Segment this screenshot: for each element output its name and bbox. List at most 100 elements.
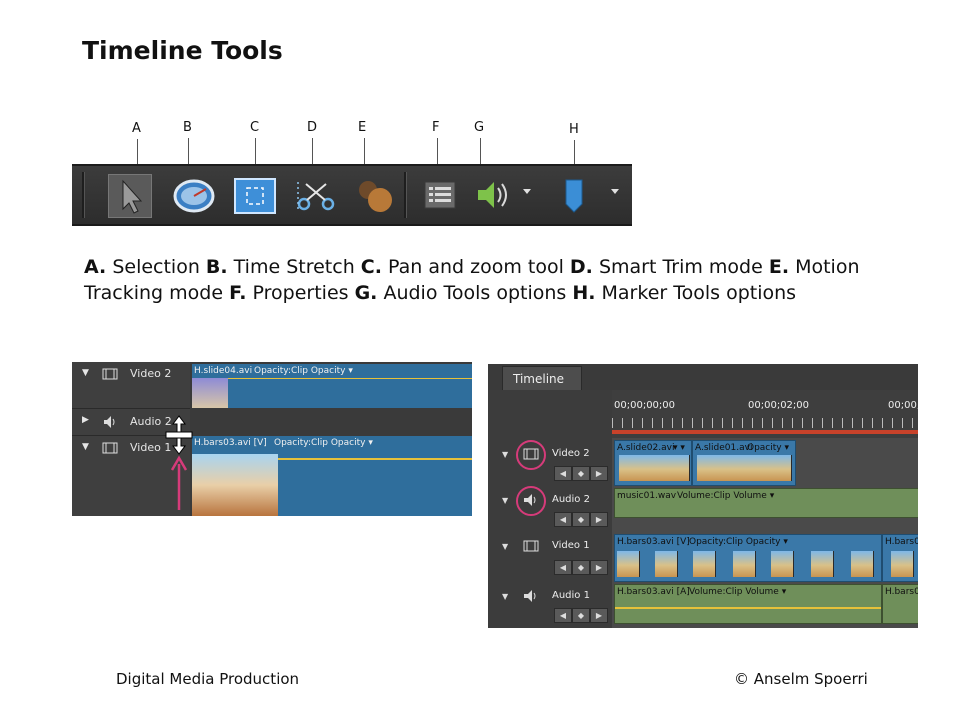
clip-thumbnail bbox=[697, 455, 792, 481]
track-header-video2: ▼ Video 2 ◀ ◆ ▶ bbox=[488, 438, 612, 487]
caption-letter: B. bbox=[205, 256, 228, 278]
collapse-triangle-icon[interactable]: ▼ bbox=[502, 496, 508, 505]
clip-bars0-audio-next[interactable]: H.bars0 bbox=[882, 584, 918, 624]
callout-b: B bbox=[183, 120, 192, 135]
clip-volume-menu[interactable]: Volume:Clip Volume ▾ bbox=[677, 491, 774, 501]
marker-tools-options[interactable] bbox=[560, 174, 620, 216]
clip-opacity-menu[interactable]: Opacity:Clip Opacity ▾ bbox=[274, 438, 373, 448]
clip-thumbnail bbox=[733, 551, 756, 577]
next-keyframe-button[interactable]: ▶ bbox=[590, 608, 608, 623]
callout-h: H bbox=[569, 122, 579, 137]
collapse-triangle-icon[interactable]: ▼ bbox=[82, 368, 89, 378]
properties-tool[interactable] bbox=[420, 174, 462, 216]
filmstrip-icon[interactable] bbox=[102, 442, 118, 454]
callout-e: E bbox=[358, 120, 367, 135]
speaker-icon[interactable] bbox=[522, 492, 540, 508]
track-resize-screenshot: ▼ Video 2 H.slide04.avi Opacity:Clip Opa… bbox=[72, 362, 472, 516]
add-keyframe-button[interactable]: ◆ bbox=[572, 512, 590, 527]
volume-line bbox=[615, 607, 881, 609]
clip-thumbnail bbox=[693, 551, 716, 577]
next-keyframe-button[interactable]: ▶ bbox=[590, 512, 608, 527]
caption-text: Pan and zoom tool bbox=[381, 256, 570, 278]
clip-name: H.bars0 bbox=[885, 537, 918, 547]
smart-trim-tool[interactable] bbox=[294, 174, 336, 216]
clip-thumbnail bbox=[811, 551, 834, 577]
prev-keyframe-button[interactable]: ◀ bbox=[554, 608, 572, 623]
selection-tool[interactable] bbox=[108, 174, 152, 218]
collapse-triangle-icon[interactable]: ▼ bbox=[502, 592, 508, 601]
clip-video2[interactable]: H.slide04.avi Opacity:Clip Opacity ▾ bbox=[192, 364, 472, 408]
next-keyframe-button[interactable]: ▶ bbox=[590, 560, 608, 575]
speaker-icon[interactable] bbox=[522, 588, 540, 604]
track-label: Video 2 bbox=[552, 448, 590, 459]
caption-letter: F. bbox=[229, 282, 247, 304]
clip-opacity-menu[interactable]: Opacity ▾ bbox=[747, 443, 789, 453]
track-header-audio1: ▼ Audio 1 ◀ ◆ ▶ bbox=[488, 582, 612, 628]
speaker-icon[interactable] bbox=[102, 415, 118, 429]
tab-timeline[interactable]: Timeline bbox=[502, 366, 582, 390]
prev-keyframe-button[interactable]: ◀ bbox=[554, 512, 572, 527]
clip-opacity-menu[interactable]: Opacity:Clip Opacity ▾ bbox=[254, 366, 353, 376]
caption-text: Properties bbox=[246, 282, 355, 304]
stopwatch-icon bbox=[173, 179, 215, 213]
collapse-triangle-icon[interactable]: ▼ bbox=[82, 442, 89, 452]
time-ruler[interactable]: 00;00;00;00 00;00;02;00 00;00; bbox=[612, 390, 918, 438]
work-area-bar[interactable] bbox=[612, 430, 918, 434]
caption-text: Selection bbox=[106, 256, 206, 278]
caption-letter: C. bbox=[360, 256, 382, 278]
clip-opacity-menu[interactable]: Opacity:Clip Opacity ▾ bbox=[689, 537, 788, 547]
clip-bars0-video-next[interactable]: H.bars0 bbox=[882, 534, 918, 582]
callout-a: A bbox=[132, 121, 141, 136]
expand-triangle-icon[interactable]: ▶ bbox=[82, 415, 89, 425]
clip-music01[interactable]: music01.wav Volume:Clip Volume ▾ bbox=[614, 488, 918, 518]
clip-name: A.slide02.avi bbox=[617, 443, 675, 453]
pan-zoom-frame-icon bbox=[246, 187, 264, 205]
clip-slide02[interactable]: A.slide02.avi ▾ ▾ bbox=[614, 440, 692, 486]
clip-video1[interactable]: H.bars03.avi [V] Opacity:Clip Opacity ▾ bbox=[192, 436, 472, 516]
filmstrip-icon[interactable] bbox=[102, 368, 118, 380]
page-title: Timeline Tools bbox=[82, 36, 283, 65]
clip-name: H.bars03.avi [V] bbox=[617, 537, 690, 547]
footer-copyright: © Anselm Spoerri bbox=[734, 670, 868, 688]
toolbar-separator bbox=[82, 172, 85, 218]
scissors-icon bbox=[297, 182, 335, 212]
arrow-cursor-icon bbox=[122, 179, 143, 214]
collapse-triangle-icon[interactable]: ▼ bbox=[502, 542, 508, 551]
audio2-track-area bbox=[192, 409, 472, 435]
filmstrip-icon[interactable] bbox=[523, 448, 539, 460]
clip-thumbnail bbox=[619, 455, 690, 481]
callout-g: G bbox=[474, 120, 485, 135]
next-keyframe-button[interactable]: ▶ bbox=[590, 466, 608, 481]
clip-thumbnail bbox=[192, 454, 278, 516]
callout-d: D bbox=[307, 120, 318, 135]
filmstrip-icon[interactable] bbox=[523, 540, 539, 552]
opacity-line bbox=[228, 378, 472, 379]
clip-bars03-audio[interactable]: H.bars03.avi [A] Volume:Clip Volume ▾ bbox=[614, 584, 882, 624]
ruler-ticks bbox=[612, 418, 918, 428]
timecode: 00;00;00;00 bbox=[614, 400, 676, 411]
time-stretch-tool[interactable] bbox=[172, 174, 215, 216]
tool-caption: A. Selection B. Time Stretch C. Pan and … bbox=[84, 254, 864, 306]
caption-text: Time Stretch bbox=[227, 256, 361, 278]
clip-bars03-video[interactable]: H.bars03.avi [V] Opacity:Clip Opacity ▾ bbox=[614, 534, 882, 582]
add-keyframe-button[interactable]: ◆ bbox=[572, 560, 590, 575]
caption-letter: H. bbox=[572, 282, 596, 304]
prev-keyframe-button[interactable]: ◀ bbox=[554, 560, 572, 575]
clip-menu[interactable]: ▾ ▾ bbox=[673, 443, 685, 453]
clip-thumbnail bbox=[617, 551, 640, 577]
collapse-triangle-icon[interactable]: ▼ bbox=[502, 450, 508, 459]
audio-tools-options[interactable] bbox=[472, 174, 532, 216]
caption-text: Audio Tools options bbox=[377, 282, 573, 304]
prev-keyframe-button[interactable]: ◀ bbox=[554, 466, 572, 481]
clip-slide01[interactable]: A.slide01.avi Opacity ▾ bbox=[692, 440, 796, 486]
timecode: 00;00; bbox=[888, 400, 918, 411]
motion-tracking-tool[interactable] bbox=[354, 174, 396, 216]
add-keyframe-button[interactable]: ◆ bbox=[572, 466, 590, 481]
resize-cursor-icon bbox=[165, 415, 193, 510]
pan-and-zoom-tool[interactable] bbox=[234, 178, 276, 214]
clip-volume-menu[interactable]: Volume:Clip Volume ▾ bbox=[689, 587, 786, 597]
timecode: 00;00;02;00 bbox=[748, 400, 810, 411]
add-keyframe-button[interactable]: ◆ bbox=[572, 608, 590, 623]
clip-thumbnail bbox=[771, 551, 794, 577]
marker-icon bbox=[565, 179, 583, 213]
